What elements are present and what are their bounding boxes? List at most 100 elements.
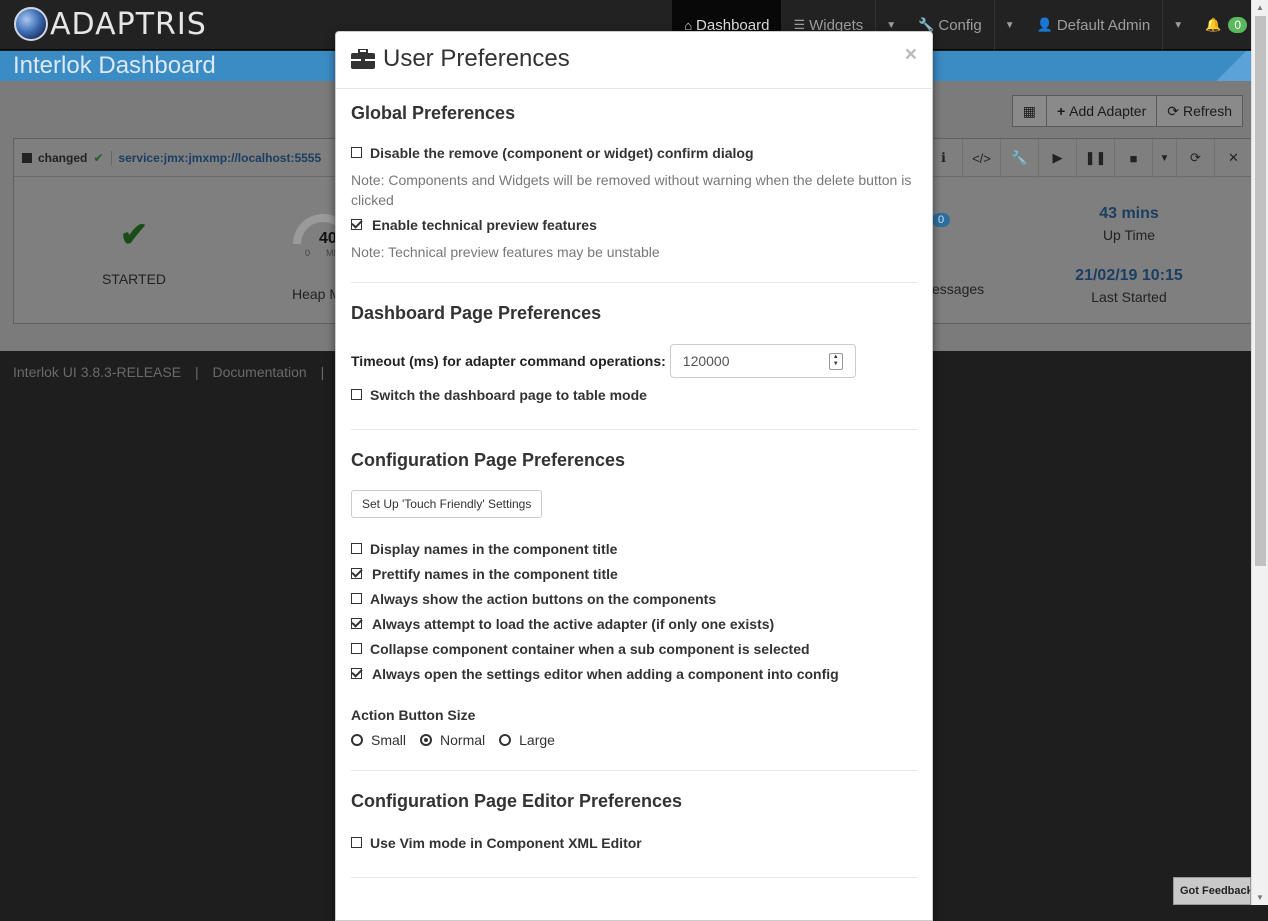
title-corner-decoration <box>1211 51 1251 81</box>
vim-mode-checkbox[interactable] <box>351 837 362 848</box>
preview-features-note: Note: Technical preview features may be … <box>351 244 660 260</box>
global-preferences-title: Global Preferences <box>351 103 516 123</box>
layout-toggle-button[interactable]: ▦ <box>1011 95 1047 127</box>
disable-confirm-label: Disable the remove (component or widget)… <box>370 144 754 161</box>
action-button-size-group: Small Normal Large <box>351 730 917 750</box>
footer-links: Interlok UI 3.8.3-RELEASE | Documentatio… <box>13 364 334 380</box>
table-mode-label: Switch the dashboard page to table mode <box>370 386 647 403</box>
preview-features-checkbox[interactable] <box>351 219 362 230</box>
close-icon[interactable]: ✕ <box>1214 139 1252 177</box>
adaptris-logo-icon <box>14 7 48 41</box>
show-action-buttons-checkbox[interactable] <box>351 593 362 604</box>
documentation-link[interactable]: Documentation <box>213 364 307 380</box>
grid-icon: ▦ <box>1022 102 1036 119</box>
touch-friendly-button[interactable]: Set Up 'Touch Friendly' Settings <box>351 490 543 518</box>
adapter-state-text: STARTED <box>101 271 167 287</box>
disable-confirm-option[interactable]: Disable the remove (component or widget)… <box>351 140 917 165</box>
refresh-button[interactable]: ⟳ Refresh <box>1157 95 1243 127</box>
user-dropdown-toggle[interactable]: ▼ <box>1162 0 1193 50</box>
dashboard-toolbar: ▦ + Add Adapter ⟳ Refresh <box>1011 95 1243 127</box>
nav-user-label: Default Admin <box>1056 16 1151 34</box>
modal-header: User Preferences × <box>336 32 932 89</box>
collapse-container-checkbox[interactable] <box>351 643 362 654</box>
timeout-value: 120000 <box>682 353 730 369</box>
user-icon: 👤 <box>1036 17 1053 32</box>
footer-separator: | <box>320 364 325 380</box>
add-adapter-label: Add Adapter <box>1069 103 1147 119</box>
config-dropdown-toggle[interactable]: ▼ <box>993 0 1025 50</box>
bell-icon: 🔔 <box>1205 17 1222 32</box>
section-divider <box>351 877 917 878</box>
config-option-label: Collapse component container when a sub … <box>370 640 810 657</box>
config-options-list: Display names in the component title Pre… <box>351 536 917 686</box>
timeout-row: Timeout (ms) for adapter command operati… <box>351 344 917 378</box>
timeout-label: Timeout (ms) for adapter command operati… <box>351 353 666 369</box>
stop-icon[interactable]: ■ <box>1114 139 1152 177</box>
disable-confirm-checkbox[interactable] <box>351 147 362 158</box>
play-icon[interactable]: ▶ <box>1038 139 1076 177</box>
scroll-down-icon[interactable]: ▼ <box>1256 893 1264 902</box>
config-option[interactable]: Always open the settings editor when add… <box>351 661 917 686</box>
collapse-icon[interactable] <box>22 152 32 163</box>
nav-config-label: Config <box>938 16 982 34</box>
page-scrollbar[interactable]: ▲ ▼ <box>1251 0 1268 905</box>
briefcase-icon <box>351 49 375 69</box>
prettify-names-checkbox[interactable] <box>351 568 362 579</box>
display-names-checkbox[interactable] <box>351 543 362 554</box>
number-spinner-icon[interactable]: ▲ ▼ <box>828 353 843 370</box>
size-normal-label: Normal <box>440 732 486 748</box>
brand-logo[interactable]: ADAPTRIS <box>14 6 207 42</box>
add-adapter-button[interactable]: + Add Adapter <box>1046 95 1158 127</box>
size-normal-radio[interactable] <box>420 734 433 746</box>
refresh-icon: ⟳ <box>1167 102 1179 119</box>
user-preferences-modal: User Preferences × Global Preferences Di… <box>335 31 933 921</box>
adapter-url[interactable]: service:jmx:jmxmp://localhost:5555 <box>111 150 321 165</box>
timeout-input[interactable]: 120000 ▲ ▼ <box>669 344 856 378</box>
config-option[interactable]: Prettify names in the component title <box>351 561 917 586</box>
config-option[interactable]: Always show the action buttons on the co… <box>351 586 917 611</box>
close-button[interactable]: × <box>905 44 917 65</box>
caret-down-icon[interactable]: ▼ <box>1152 139 1176 177</box>
editor-preferences-title: Configuration Page Editor Preferences <box>351 791 683 811</box>
uptime-value: 43 mins <box>1099 205 1159 222</box>
started-check-icon: ✔ <box>119 216 149 254</box>
messages-label: essages <box>932 281 985 297</box>
vim-mode-label: Use Vim mode in Component XML Editor <box>370 834 642 851</box>
config-option[interactable]: Always attempt to load the active adapte… <box>351 611 917 636</box>
size-large-radio[interactable] <box>499 734 512 746</box>
config-option-label: Prettify names in the component title <box>372 565 618 582</box>
scroll-up-icon[interactable]: ▲ <box>1256 3 1264 12</box>
uptime-label: Up Time <box>1102 227 1156 243</box>
scrollbar-thumb[interactable] <box>1255 16 1266 566</box>
nav-notifications[interactable]: 🔔 0 <box>1193 0 1251 50</box>
open-settings-editor-checkbox[interactable] <box>351 668 362 679</box>
table-mode-checkbox[interactable] <box>351 389 362 400</box>
config-option-label: Display names in the component title <box>370 540 618 557</box>
pause-icon[interactable]: ❚❚ <box>1076 139 1114 177</box>
sync-icon[interactable]: ⟳ <box>1176 139 1214 177</box>
uptime: 43 mins Up Time <box>1074 205 1184 243</box>
vim-mode-option[interactable]: Use Vim mode in Component XML Editor <box>351 830 917 855</box>
messages-badge: 0 <box>932 213 951 227</box>
last-started-label: Last Started <box>1091 289 1167 305</box>
wrench-icon[interactable]: 🔧 <box>1000 139 1038 177</box>
plus-icon: + <box>1056 103 1066 119</box>
table-mode-option[interactable]: Switch the dashboard page to table mode <box>351 382 917 407</box>
size-large-option[interactable]: Large <box>499 732 555 748</box>
config-option[interactable]: Display names in the component title <box>351 536 917 561</box>
page-title-text: Interlok Dashboard <box>13 52 216 79</box>
preview-features-option[interactable]: Enable technical preview features <box>351 212 917 237</box>
dashboard-preferences-title: Dashboard Page Preferences <box>351 303 602 323</box>
code-icon[interactable]: </> <box>962 139 1000 177</box>
size-small-radio[interactable] <box>351 734 363 746</box>
load-active-adapter-checkbox[interactable] <box>351 618 362 629</box>
nav-user[interactable]: 👤 Default Admin <box>1025 0 1163 50</box>
size-small-option[interactable]: Small <box>351 732 406 748</box>
preview-features-label: Enable technical preview features <box>372 216 597 233</box>
adapter-state: ✔ STARTED <box>74 215 194 287</box>
adapter-status-label: changed <box>38 150 88 165</box>
footer-separator: | <box>194 364 199 380</box>
config-option[interactable]: Collapse component container when a sub … <box>351 636 917 661</box>
feedback-button[interactable]: Got Feedback <box>1173 877 1251 905</box>
size-normal-option[interactable]: Normal <box>420 732 485 748</box>
